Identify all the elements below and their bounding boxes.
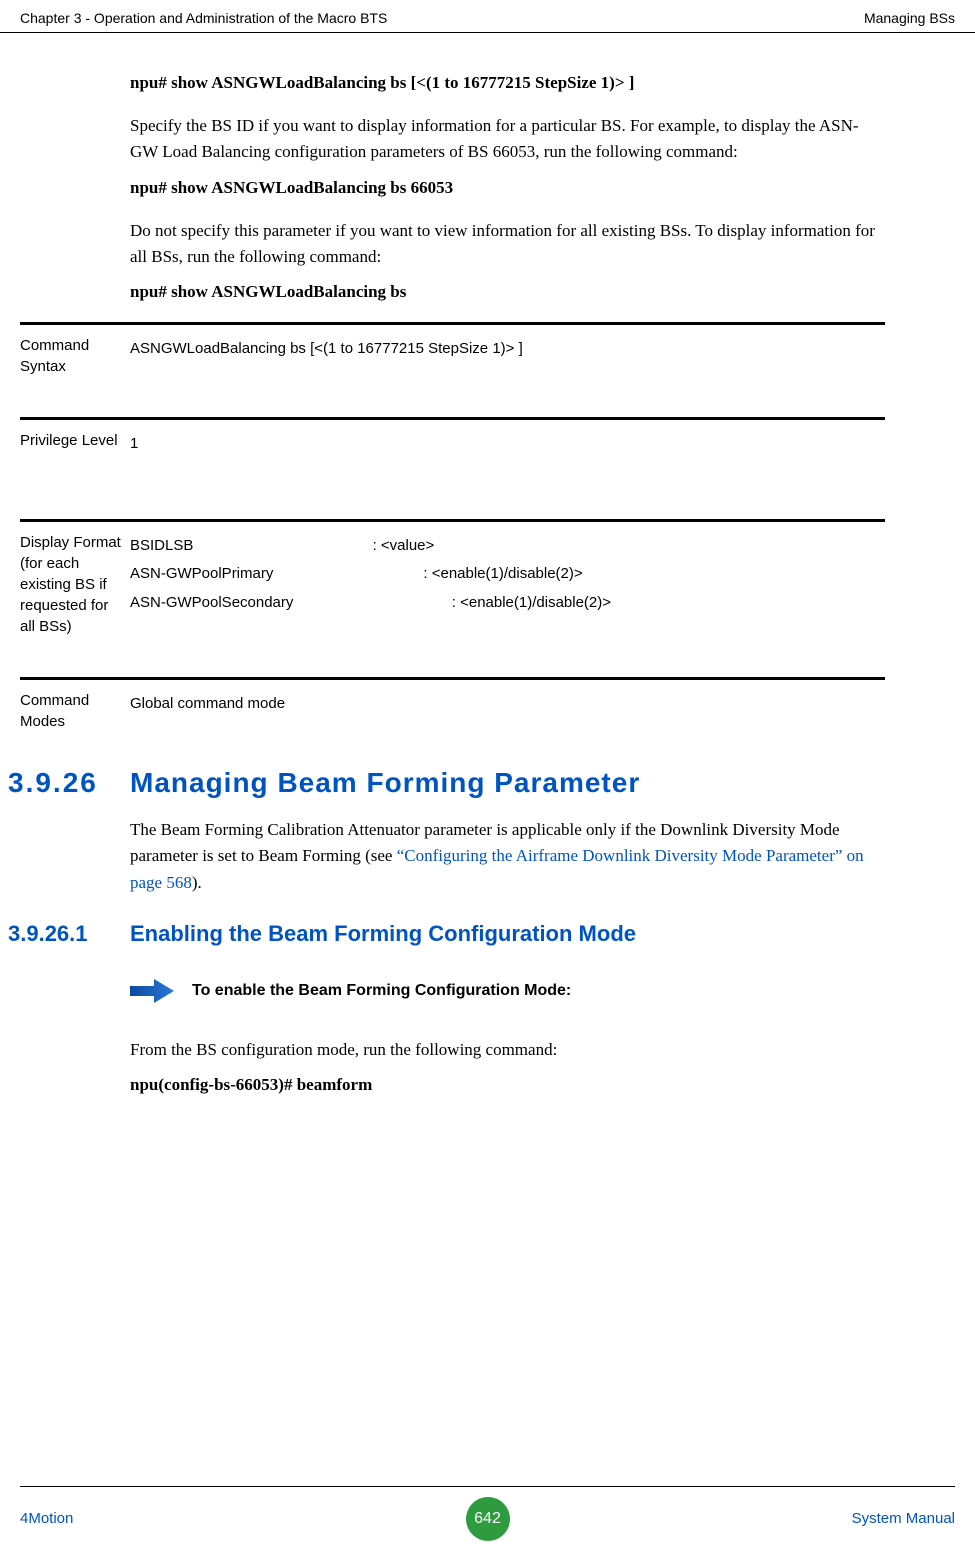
tail-paragraph: From the BS configuration mode, run the … xyxy=(130,1037,885,1063)
command-modes-block: Command Modes Global command mode xyxy=(20,690,885,732)
command-modes-value: Global command mode xyxy=(130,690,285,732)
command-line-1: npu# show ASNGWLoadBalancing bs [<(1 to … xyxy=(130,73,885,93)
callout-block: To enable the Beam Forming Configuration… xyxy=(130,977,885,1005)
display-line-2: ASN-GWPoolPrimary : <enable(1)/disable(2… xyxy=(130,560,611,589)
display-format-value: BSIDLSB : <value> ASN-GWPoolPrimary : <e… xyxy=(130,532,611,637)
command-modes-label: Command Modes xyxy=(20,690,130,732)
footer-rule xyxy=(20,1486,955,1487)
command-line-3: npu# show ASNGWLoadBalancing bs xyxy=(130,282,885,302)
footer-right: System Manual xyxy=(852,1510,955,1527)
rule xyxy=(20,677,885,680)
arrow-right-icon xyxy=(130,977,174,1005)
privilege-level-label: Privilege Level xyxy=(20,430,130,459)
tail-command: npu(config-bs-66053)# beamform xyxy=(130,1075,885,1095)
page-footer: 4Motion 642 System Manual xyxy=(0,1510,975,1527)
command-syntax-label: Command Syntax xyxy=(20,335,130,377)
subsection-number: 3.9.26.1 xyxy=(8,921,130,947)
header-right: Managing BSs xyxy=(864,10,955,26)
page-header: Chapter 3 - Operation and Administration… xyxy=(0,0,975,33)
section-heading: 3.9.26 Managing Beam Forming Parameter xyxy=(8,767,763,799)
section-title: Managing Beam Forming Parameter xyxy=(130,767,640,799)
display-line-3: ASN-GWPoolSecondary : <enable(1)/disable… xyxy=(130,589,611,618)
rule xyxy=(20,519,885,522)
rule xyxy=(20,322,885,325)
command-line-2: npu# show ASNGWLoadBalancing bs 66053 xyxy=(130,178,885,198)
subsection-title: Enabling the Beam Forming Configuration … xyxy=(130,921,636,947)
subsection-heading: 3.9.26.1 Enabling the Beam Forming Confi… xyxy=(8,921,763,947)
display-format-block: Display Format (for each existing BS if … xyxy=(20,532,885,637)
display-format-label: Display Format (for each existing BS if … xyxy=(20,532,130,637)
page-number-badge: 642 xyxy=(466,1497,510,1541)
section-paragraph: The Beam Forming Calibration Attenuator … xyxy=(130,817,885,896)
command-syntax-value: ASNGWLoadBalancing bs [<(1 to 16777215 S… xyxy=(130,335,523,377)
rule xyxy=(20,417,885,420)
section-paragraph-after: ). xyxy=(192,873,202,892)
paragraph-2: Do not specify this parameter if you wan… xyxy=(130,218,885,271)
page-content: npu# show ASNGWLoadBalancing bs [<(1 to … xyxy=(0,73,975,1095)
display-line-1: BSIDLSB : <value> xyxy=(130,532,611,561)
command-syntax-block: Command Syntax ASNGWLoadBalancing bs [<(… xyxy=(20,335,885,377)
footer-left: 4Motion xyxy=(20,1510,73,1527)
header-left: Chapter 3 - Operation and Administration… xyxy=(20,10,387,26)
privilege-level-value: 1 xyxy=(130,430,138,459)
paragraph-1: Specify the BS ID if you want to display… xyxy=(130,113,885,166)
section-number: 3.9.26 xyxy=(8,767,130,799)
callout-text: To enable the Beam Forming Configuration… xyxy=(192,982,571,1000)
privilege-level-block: Privilege Level 1 xyxy=(20,430,885,459)
